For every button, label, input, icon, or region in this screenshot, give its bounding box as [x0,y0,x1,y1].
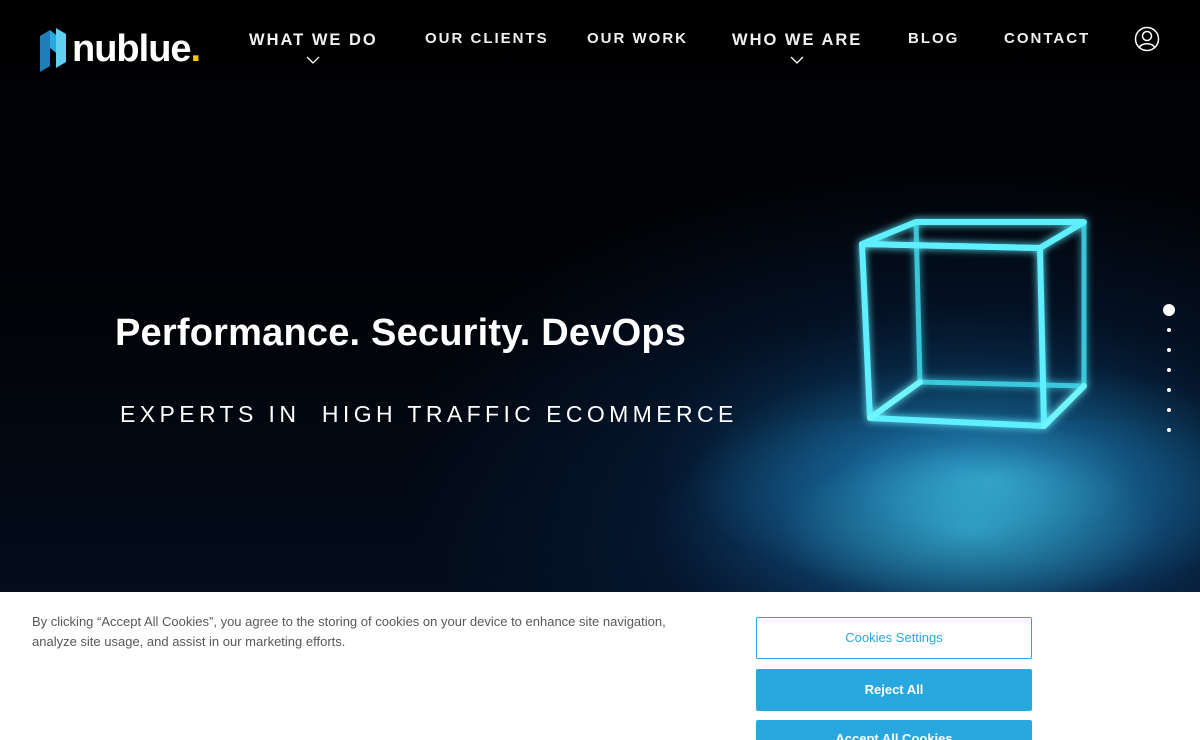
nav-label: CONTACT [1004,30,1091,47]
slider-dot-1[interactable] [1163,304,1175,316]
hero-headline: Performance. Security. DevOps [115,312,687,354]
nav-item-what-we-do[interactable]: WHAT WE DO [249,31,378,64]
slider-dot-5[interactable] [1167,388,1171,392]
nav-label: OUR CLIENTS [425,30,549,47]
slider-dot-6[interactable] [1167,408,1171,412]
reject-all-button[interactable]: Reject All [756,669,1032,711]
slider-dot-4[interactable] [1167,368,1171,372]
user-account-icon[interactable] [1134,26,1160,52]
cookie-consent-text: By clicking “Accept All Cookies”, you ag… [32,614,666,649]
hero-subline: EXPERTS IN HIGH TRAFFIC ECOMMERCE [120,401,738,427]
chevron-down-icon [306,56,320,64]
nav-label: BLOG [908,30,960,47]
logo-wordmark: nublue [72,28,192,70]
hero-floor-glow [600,420,1200,592]
logo-dot: . [190,28,202,70]
slider-dot-2[interactable] [1167,328,1171,332]
chevron-down-icon [790,56,804,64]
nav-item-our-work[interactable]: OUR WORK [587,30,688,47]
neon-cube-illustration [859,219,1087,429]
hero-section: nublue . WHAT WE DO OUR CLIENTS OUR WORK… [0,0,1200,592]
nav-label: OUR WORK [587,30,688,47]
accept-all-cookies-button[interactable]: Accept All Cookies [756,720,1032,740]
nublue-logo[interactable]: nublue . [38,26,201,72]
nav-item-our-clients[interactable]: OUR CLIENTS [425,30,549,47]
cookies-settings-button[interactable]: Cookies Settings [756,617,1032,659]
cookie-consent-banner: By clicking “Accept All Cookies”, you ag… [0,592,1200,740]
slider-dot-3[interactable] [1167,348,1171,352]
nav-label: WHAT WE DO [249,31,378,49]
nav-item-who-we-are[interactable]: WHO WE ARE [732,31,862,64]
nublue-logo-mark-icon [40,28,66,72]
nav-item-blog[interactable]: BLOG [908,30,959,47]
nav-item-contact[interactable]: CONTACT [1004,30,1090,47]
nav-label: WHO WE ARE [732,31,863,49]
slider-dot-7[interactable] [1167,428,1171,432]
